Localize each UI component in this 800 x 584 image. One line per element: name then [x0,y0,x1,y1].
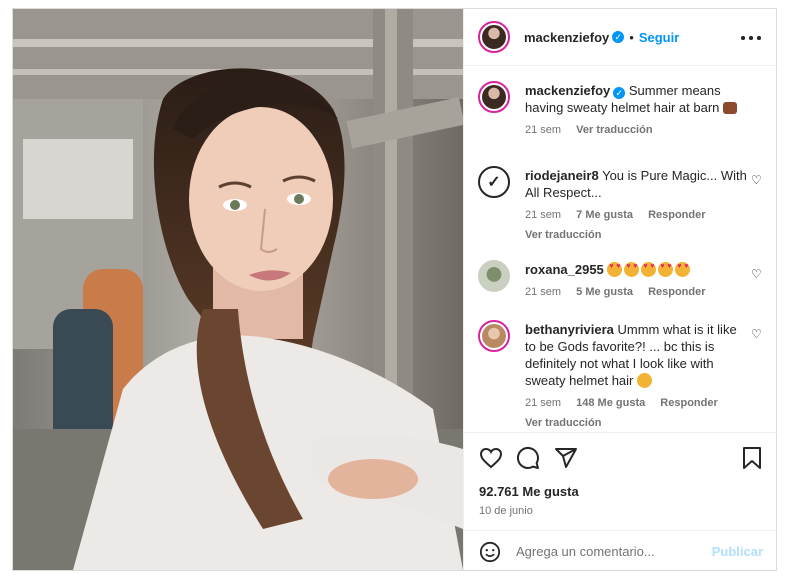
comment-age: 21 sem [525,209,562,221]
like-comment-heart-icon[interactable]: ♡ [751,174,763,186]
caption-translate-link[interactable]: Ver traducción [576,124,652,136]
commenter-avatar[interactable]: ✓ [478,166,510,198]
author-avatar[interactable] [478,21,510,53]
commenter-avatar[interactable] [478,260,510,292]
comment-likes[interactable]: 5 Me gusta [576,286,633,298]
verified-icon: ✓ [613,87,626,99]
post-modal: mackenziefoy ✓ • Seguir mackenziefoy ✓ Su… [12,8,777,571]
author-username[interactable]: mackenziefoy [524,30,609,45]
star-struck-emoji-icon [607,262,692,277]
comment-input[interactable]: Agrega un comentario... [516,544,655,559]
portrait-image [13,9,463,570]
comment-likes[interactable]: 148 Me gusta [576,397,645,409]
post-actions: 92.761 Me gusta 10 de junio Agrega un co… [464,432,777,571]
separator-dot: • [629,29,634,45]
reply-button[interactable]: Responder [648,286,705,298]
share-icon[interactable] [554,446,578,470]
add-comment-bar: Agrega un comentario... Publicar [464,530,777,572]
heart-icon[interactable] [479,446,503,470]
likes-count[interactable]: 92.761 Me gusta [479,484,579,499]
comments-list[interactable]: mackenziefoy ✓ Summer means having sweaty… [464,66,777,432]
post-header: mackenziefoy ✓ • Seguir [464,9,777,66]
translate-link[interactable]: Ver traducción [525,417,601,429]
emoji-icon[interactable] [479,541,501,563]
post-sidebar: mackenziefoy ✓ • Seguir mackenziefoy ✓ Su… [463,9,777,570]
comment-username[interactable]: bethanyriviera [525,322,614,337]
commenter-avatar[interactable] [478,320,510,352]
like-comment-heart-icon[interactable]: ♡ [751,268,763,280]
caption-avatar[interactable] [478,81,510,113]
reply-button[interactable]: Responder [660,397,717,409]
follow-button[interactable]: Seguir [639,30,679,45]
comment-icon[interactable] [516,446,540,470]
post-photo[interactable] [13,9,463,570]
horse-emoji-icon [723,102,738,114]
post-date: 10 de junio [479,505,533,517]
publish-button[interactable]: Publicar [712,544,763,559]
translate-link[interactable]: Ver traducción [525,229,601,241]
comment-username[interactable]: roxana_2955 [525,262,604,277]
comment-age: 21 sem [525,397,562,409]
caption-username[interactable]: mackenziefoy [525,83,610,98]
verified-icon: ✓ [612,31,625,43]
caption-age: 21 sem [525,124,562,136]
comment-likes[interactable]: 7 Me gusta [576,209,633,221]
like-comment-heart-icon[interactable]: ♡ [751,328,763,340]
comment-age: 21 sem [525,286,562,298]
reply-button[interactable]: Responder [648,209,705,221]
more-options-icon[interactable] [741,36,761,40]
comment-username[interactable]: riodejaneir8 [525,168,599,183]
bookmark-icon[interactable] [741,446,763,470]
laughing-emoji-icon [637,373,653,388]
check-icon: ✓ [487,174,501,191]
